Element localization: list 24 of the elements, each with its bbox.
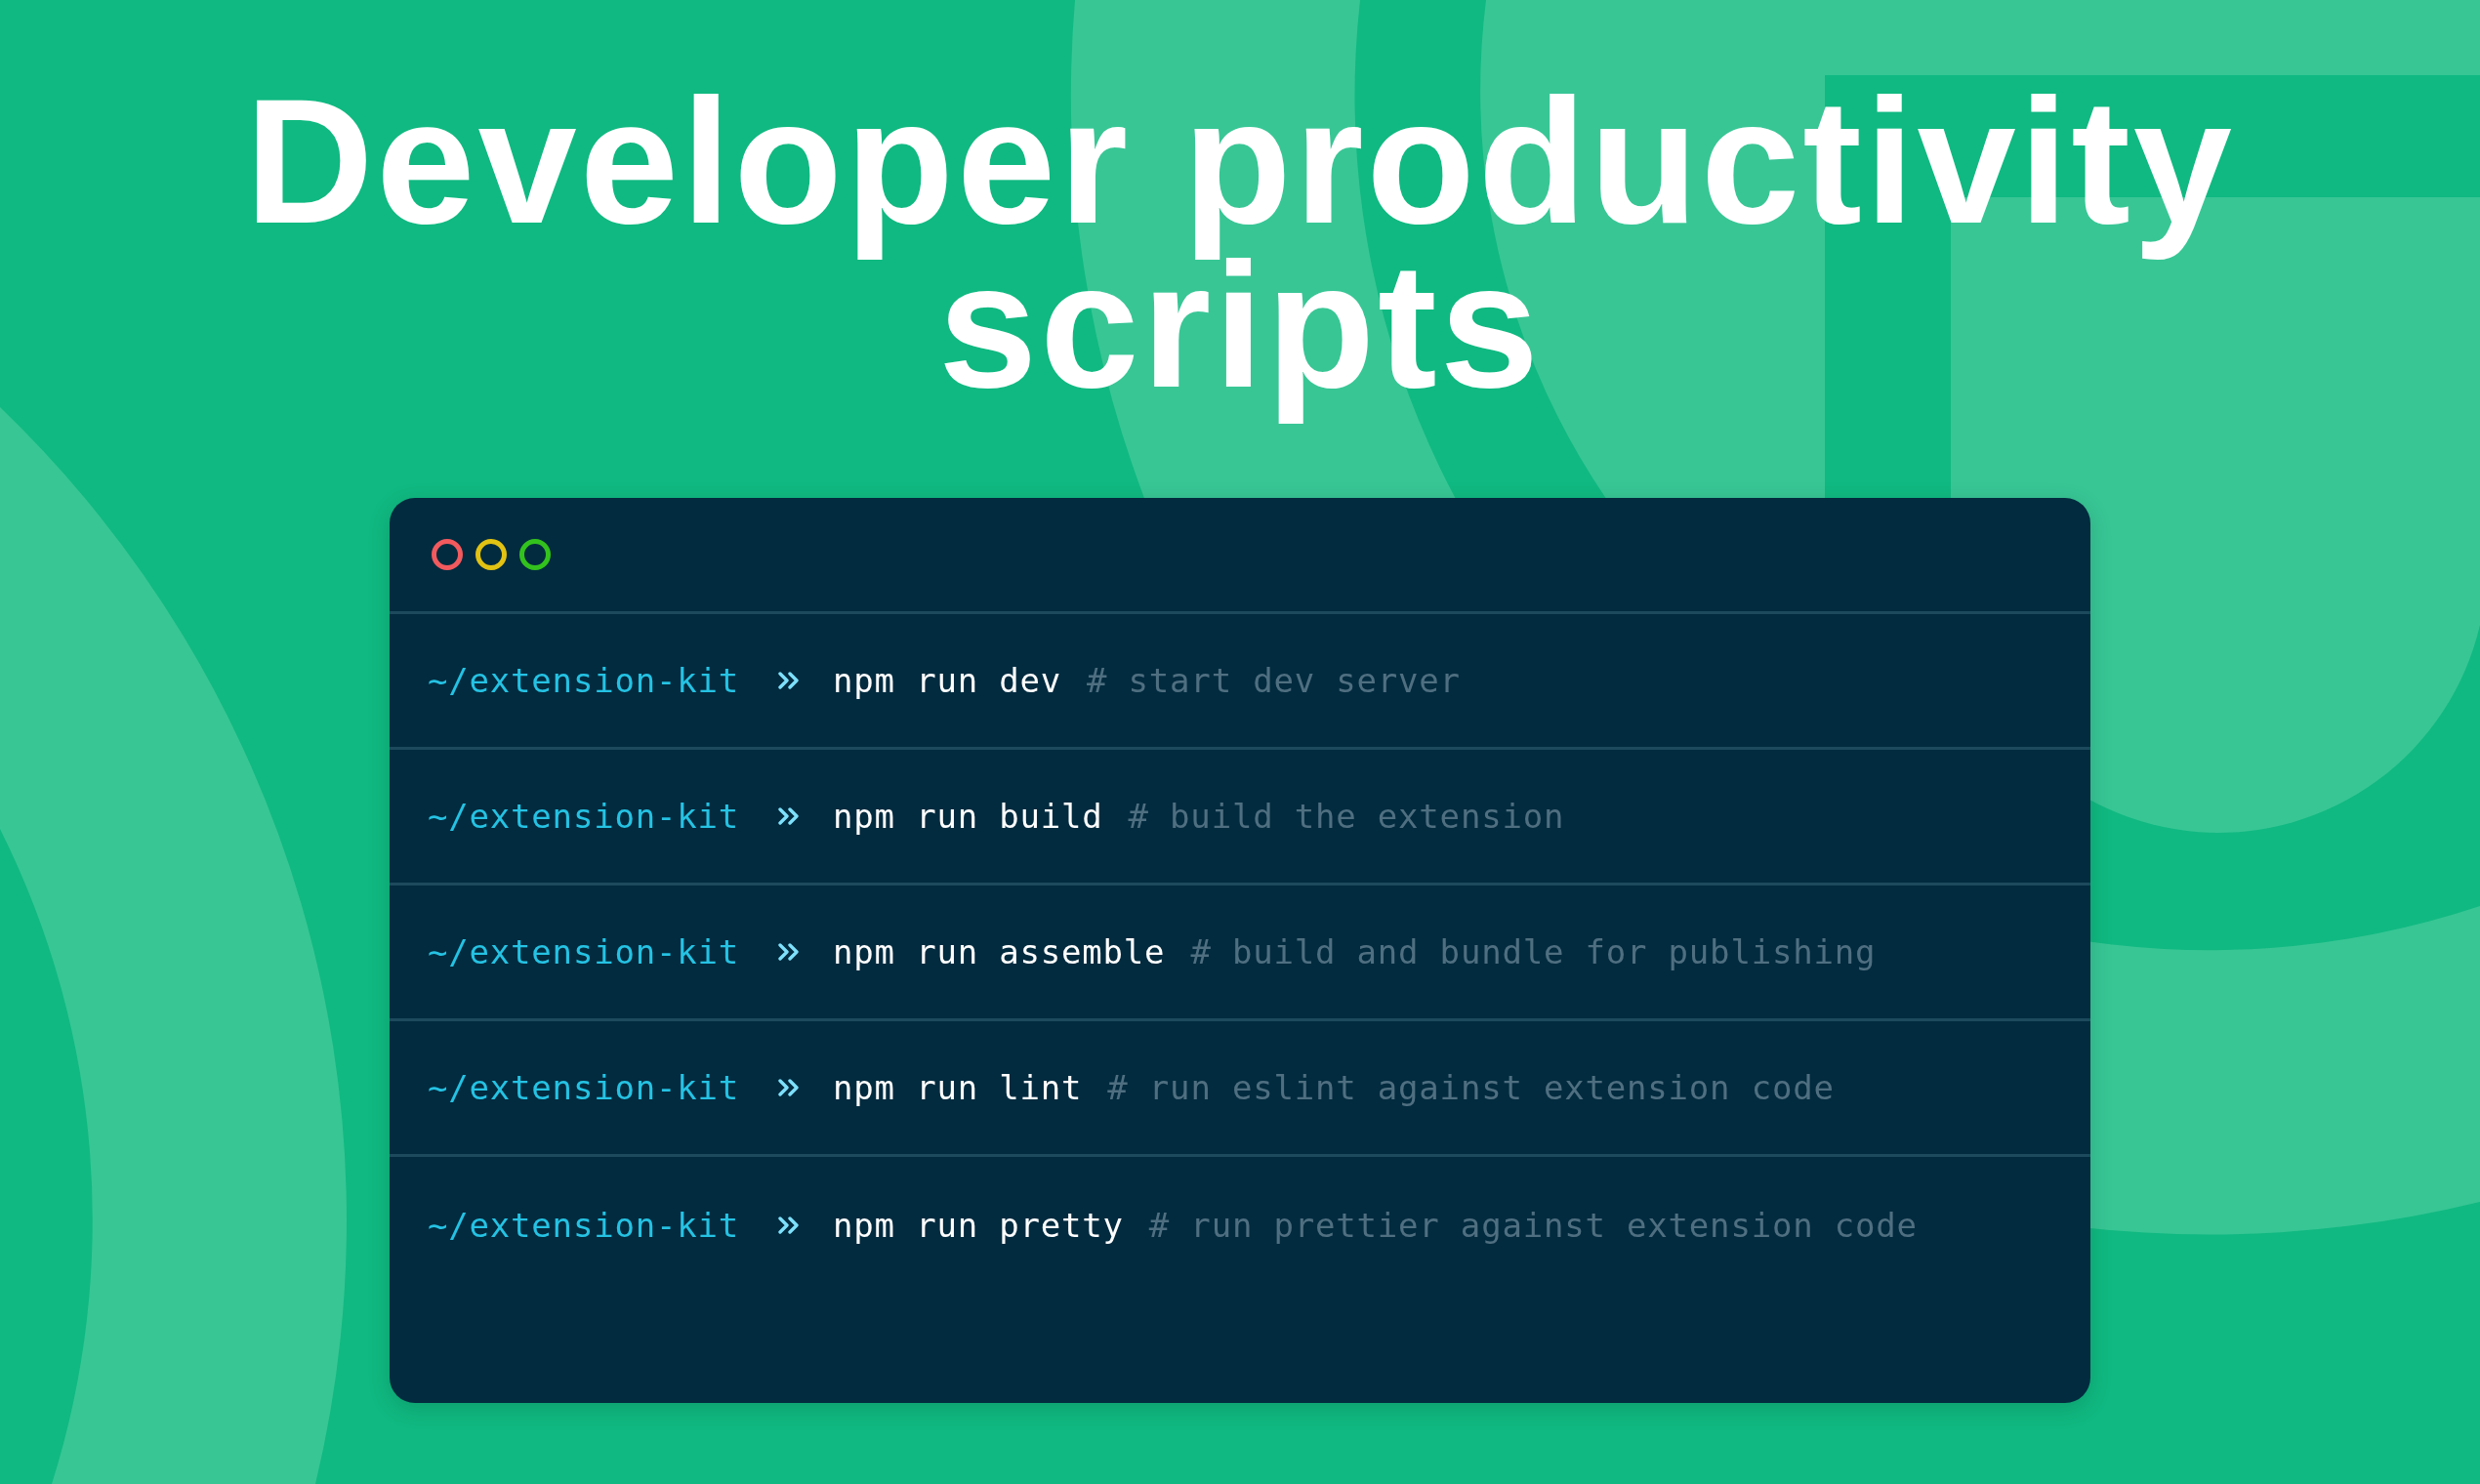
comment-text: # run prettier against extension code <box>1148 1205 1918 1245</box>
window-control-icon[interactable] <box>475 539 507 570</box>
comment-text: # start dev server <box>1087 661 1461 700</box>
comment-text: # build the extension <box>1128 797 1565 836</box>
command-text: npm run dev <box>833 661 1061 700</box>
command-text: npm run assemble <box>833 932 1166 971</box>
prompt-path: ~/extension-kit <box>428 1205 740 1245</box>
page-title: Developer productivity scripts <box>243 79 2237 427</box>
double-chevron-icon <box>778 672 801 689</box>
window-control-icon[interactable] <box>519 539 551 570</box>
command-text: npm run lint <box>833 1068 1083 1107</box>
double-chevron-icon <box>778 943 801 961</box>
comment-text: # build and bundle for publishing <box>1190 932 1877 971</box>
command-text: npm run pretty <box>833 1205 1124 1245</box>
prompt-path: ~/extension-kit <box>428 797 740 836</box>
double-chevron-icon <box>778 1079 801 1096</box>
prompt-path: ~/extension-kit <box>428 932 740 971</box>
command-text: npm run build <box>833 797 1103 836</box>
double-chevron-icon <box>778 807 801 825</box>
prompt-path: ~/extension-kit <box>428 661 740 700</box>
prompt-path: ~/extension-kit <box>428 1068 740 1107</box>
window-control-icon[interactable] <box>432 539 463 570</box>
comment-text: # run eslint against extension code <box>1107 1068 1835 1107</box>
double-chevron-icon <box>778 1216 801 1234</box>
